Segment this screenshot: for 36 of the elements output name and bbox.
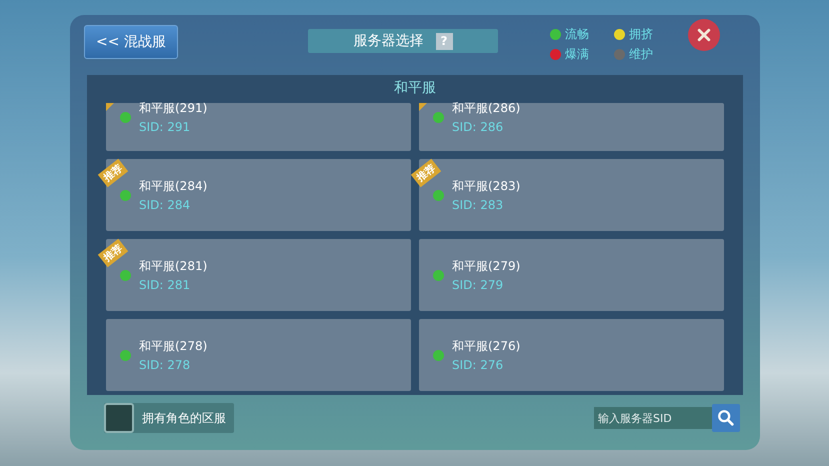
list-heading: 和平服 — [393, 79, 437, 98]
server-sid: SID: 278 — [139, 358, 192, 372]
sid-input-field[interactable]: 输入服务器SID — [594, 407, 712, 429]
dialog-title: 服务器选择 — [354, 32, 424, 50]
server-name: 和平服(284) — [139, 178, 208, 195]
server-card[interactable]: 和平服(276) SID: 276 — [419, 319, 724, 391]
checkbox[interactable] — [104, 403, 134, 433]
server-sid: SID: 291 — [139, 120, 192, 134]
server-name: 和平服(279) — [452, 258, 520, 275]
server-sid: SID: 279 — [452, 278, 504, 292]
server-sid: SID: 281 — [139, 278, 192, 292]
legend-label: 流畅 — [565, 26, 589, 43]
owned-servers-toggle[interactable]: 拥有角色的区服 — [104, 403, 234, 433]
server-sid: SID: 286 — [452, 120, 504, 134]
server-card[interactable]: 和平服(286) SID: 286 — [419, 103, 724, 151]
server-name: 和平服(281) — [139, 258, 208, 275]
server-card[interactable]: 和平服(279) SID: 279 — [419, 239, 724, 311]
legend-label: 维护 — [629, 46, 653, 63]
server-name: 和平服(283) — [452, 178, 520, 195]
close-button[interactable] — [688, 19, 720, 51]
legend-label: 爆满 — [565, 46, 589, 63]
server-name: 和平服(286) — [452, 100, 520, 117]
server-card[interactable]: 和平服(291) SID: 291 — [106, 103, 411, 151]
legend-label: 拥挤 — [629, 26, 653, 43]
server-sid: SID: 276 — [452, 358, 504, 372]
server-name: 和平服(276) — [452, 338, 520, 355]
server-name: 和平服(278) — [139, 338, 208, 355]
server-name: 和平服(291) — [139, 100, 208, 117]
close-icon — [696, 27, 712, 43]
back-button[interactable]: << 混战服 — [84, 25, 178, 59]
server-sid: SID: 283 — [452, 198, 504, 212]
search-button[interactable] — [712, 404, 740, 432]
checkbox-label: 拥有角色的区服 — [142, 410, 226, 426]
search-icon — [717, 409, 735, 427]
server-sid: SID: 284 — [139, 198, 192, 212]
server-card[interactable]: 和平服(278) SID: 278 — [106, 319, 411, 391]
